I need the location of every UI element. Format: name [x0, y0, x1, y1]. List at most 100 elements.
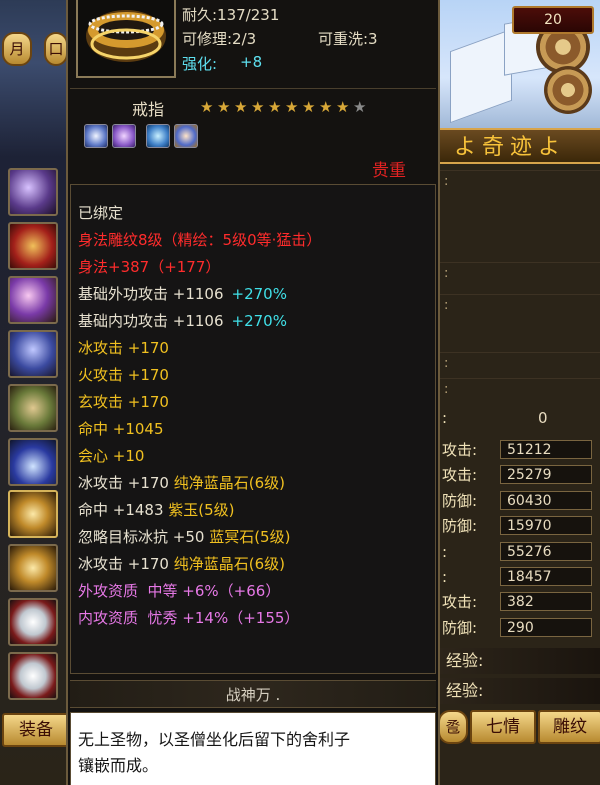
partial-tab-button[interactable]: 卺 [438, 710, 468, 744]
ring-slot-icon[interactable] [8, 490, 58, 538]
attribute-text: 内攻资质 忧秀 +14%（+155） [78, 609, 300, 627]
ring-item-icon [76, 0, 176, 78]
dim-row: : [440, 294, 600, 316]
attribute-line: 火攻击 +170 [78, 364, 169, 385]
weapon-slot-icon[interactable] [8, 222, 58, 270]
attribute-text: 外攻资质 中等 +6%（+66） [78, 582, 281, 600]
bracer-slot-icon[interactable] [8, 276, 58, 324]
attribute-text: 会心 +10 [78, 447, 145, 465]
attribute-bonus: +270% [231, 312, 287, 330]
diaowen-button[interactable]: 雕纹 [538, 710, 600, 744]
stat-value: 51212 [500, 440, 592, 459]
attribute-line: 命中 +1483 紫玉(5级) [78, 499, 235, 520]
reinforce-value: +8 [240, 53, 263, 71]
stat-row: 攻击: 25279 [440, 463, 600, 487]
star-filled-icon: ★ [319, 98, 333, 116]
socket-gem-icon [112, 124, 136, 148]
amulet-slot-icon[interactable] [8, 598, 58, 646]
rarity-label: 贵重 [372, 161, 406, 181]
dim-row: : [440, 170, 600, 192]
stat-row: 攻击: 382 [440, 590, 600, 614]
amulet-slot-icon[interactable] [8, 652, 58, 700]
stat-value: 15970 [500, 516, 592, 535]
stat-value: 60430 [500, 491, 592, 510]
stat-row: : 55276 [440, 540, 600, 564]
attribute-line: 命中 +1045 [78, 418, 164, 439]
attribute-line: 会心 +10 [78, 445, 144, 466]
level-display: 20 [512, 6, 594, 34]
attribute-bonus: +270% [231, 285, 287, 303]
dim-row: : [440, 262, 600, 284]
attribute-line: 基础外功攻击 +1106 +270% [78, 283, 287, 304]
star-filled-icon: ★ [285, 98, 299, 116]
star-filled-icon: ★ [268, 98, 282, 116]
attribute-text: 命中 +1483 紫玉(5级) [78, 501, 235, 519]
stat-row: 防御: 15970 [440, 514, 600, 538]
attribute-text: 忽略目标冰抗 +50 蓝冥石(5级) [78, 528, 291, 546]
description-line: 无上圣物，以圣僧坐化后留下的舍利子 [78, 730, 351, 749]
stat-value: 55276 [500, 542, 592, 561]
stat-row: 攻击: 51212 [440, 438, 600, 462]
stat-label: : [442, 543, 448, 561]
attribute-line: 冰攻击 +170 [78, 337, 169, 358]
stat-row: : 18457 [440, 565, 600, 589]
attribute-line: 忽略目标冰抗 +50 蓝冥石(5级) [78, 526, 290, 547]
boots-slot-icon[interactable] [8, 438, 58, 486]
armor-slot-icon[interactable] [8, 168, 58, 216]
attribute-text: 火攻击 +170 [78, 366, 169, 384]
stat-value: 382 [500, 592, 592, 611]
star-filled-icon: ★ [336, 98, 350, 116]
stat-label: 攻击: [442, 466, 478, 484]
stat-label: : [442, 568, 448, 586]
stat-label: : [442, 409, 448, 427]
attribute-text: 身法雕纹8级（精绘：5级0等·猛击） [78, 231, 322, 249]
star-filled-icon: ★ [217, 98, 231, 116]
divider [70, 88, 436, 89]
qiqing-button[interactable]: 七情 [470, 710, 536, 744]
durability-text: 耐久:137/231 [182, 6, 280, 24]
exp-row: 经验: [440, 678, 600, 704]
repairable-text: 可修理:2/3 [182, 30, 257, 48]
attribute-text: 命中 +1045 [78, 420, 164, 438]
stat-value: 0 [538, 409, 548, 427]
stat-value: 290 [500, 618, 592, 637]
rewashable-text: 可重洗:3 [318, 30, 378, 48]
attribute-text: 冰攻击 +170 [78, 339, 169, 357]
side-button[interactable]: 口 [44, 32, 68, 66]
attribute-line: 冰攻击 +170 纯净蓝晶石(6级) [78, 553, 285, 574]
attribute-line: 基础内功攻击 +1106 +270% [78, 310, 287, 331]
attribute-line: 身法雕纹8级（精绘：5级0等·猛击） [78, 229, 321, 250]
attribute-line: 外攻资质 中等 +6%（+66） [78, 580, 280, 601]
attribute-text: 基础内功攻击 +1106 [78, 312, 224, 330]
attribute-text: 冰攻击 +170 纯净蓝晶石(6级) [78, 474, 285, 492]
title-banner: よ奇迹よ [440, 128, 600, 164]
dim-row: : [440, 378, 600, 400]
socket-gem-icon [146, 124, 170, 148]
equip-button[interactable]: 装备 [2, 713, 70, 747]
attribute-line: 已绑定 [78, 202, 123, 223]
star-empty-icon: ★ [353, 98, 367, 116]
stat-label: 攻击: [442, 441, 478, 459]
stat-label: 防御: [442, 492, 478, 510]
belt-slot-icon[interactable] [8, 384, 58, 432]
exp-row: 经验: [440, 648, 600, 674]
star-filled-icon: ★ [302, 98, 316, 116]
moon-button[interactable]: 月 [2, 32, 32, 66]
attribute-line: 玄攻击 +170 [78, 391, 169, 412]
ring-slot-icon[interactable] [8, 544, 58, 592]
stat-row: 防御: 60430 [440, 489, 600, 513]
stat-label: 防御: [442, 619, 478, 637]
attribute-text: 基础外功攻击 +1106 [78, 285, 224, 303]
attribute-line: 身法+387（+177） [78, 256, 220, 277]
attribute-text: 玄攻击 +170 [78, 393, 169, 411]
star-filled-icon: ★ [200, 98, 214, 116]
attribute-text: 冰攻击 +170 纯净蓝晶石(6级) [78, 555, 285, 573]
glove-slot-icon[interactable] [8, 330, 58, 378]
stat-row-zero: : 0 [440, 406, 600, 430]
attribute-line: 内攻资质 忧秀 +14%（+155） [78, 607, 299, 628]
attribute-text: 已绑定 [78, 204, 124, 222]
stat-value: 18457 [500, 567, 592, 586]
stat-row: 防御: 290 [440, 616, 600, 640]
description-line: 镶嵌而成。 [78, 756, 159, 775]
item-type-label: 戒指 [132, 100, 165, 119]
